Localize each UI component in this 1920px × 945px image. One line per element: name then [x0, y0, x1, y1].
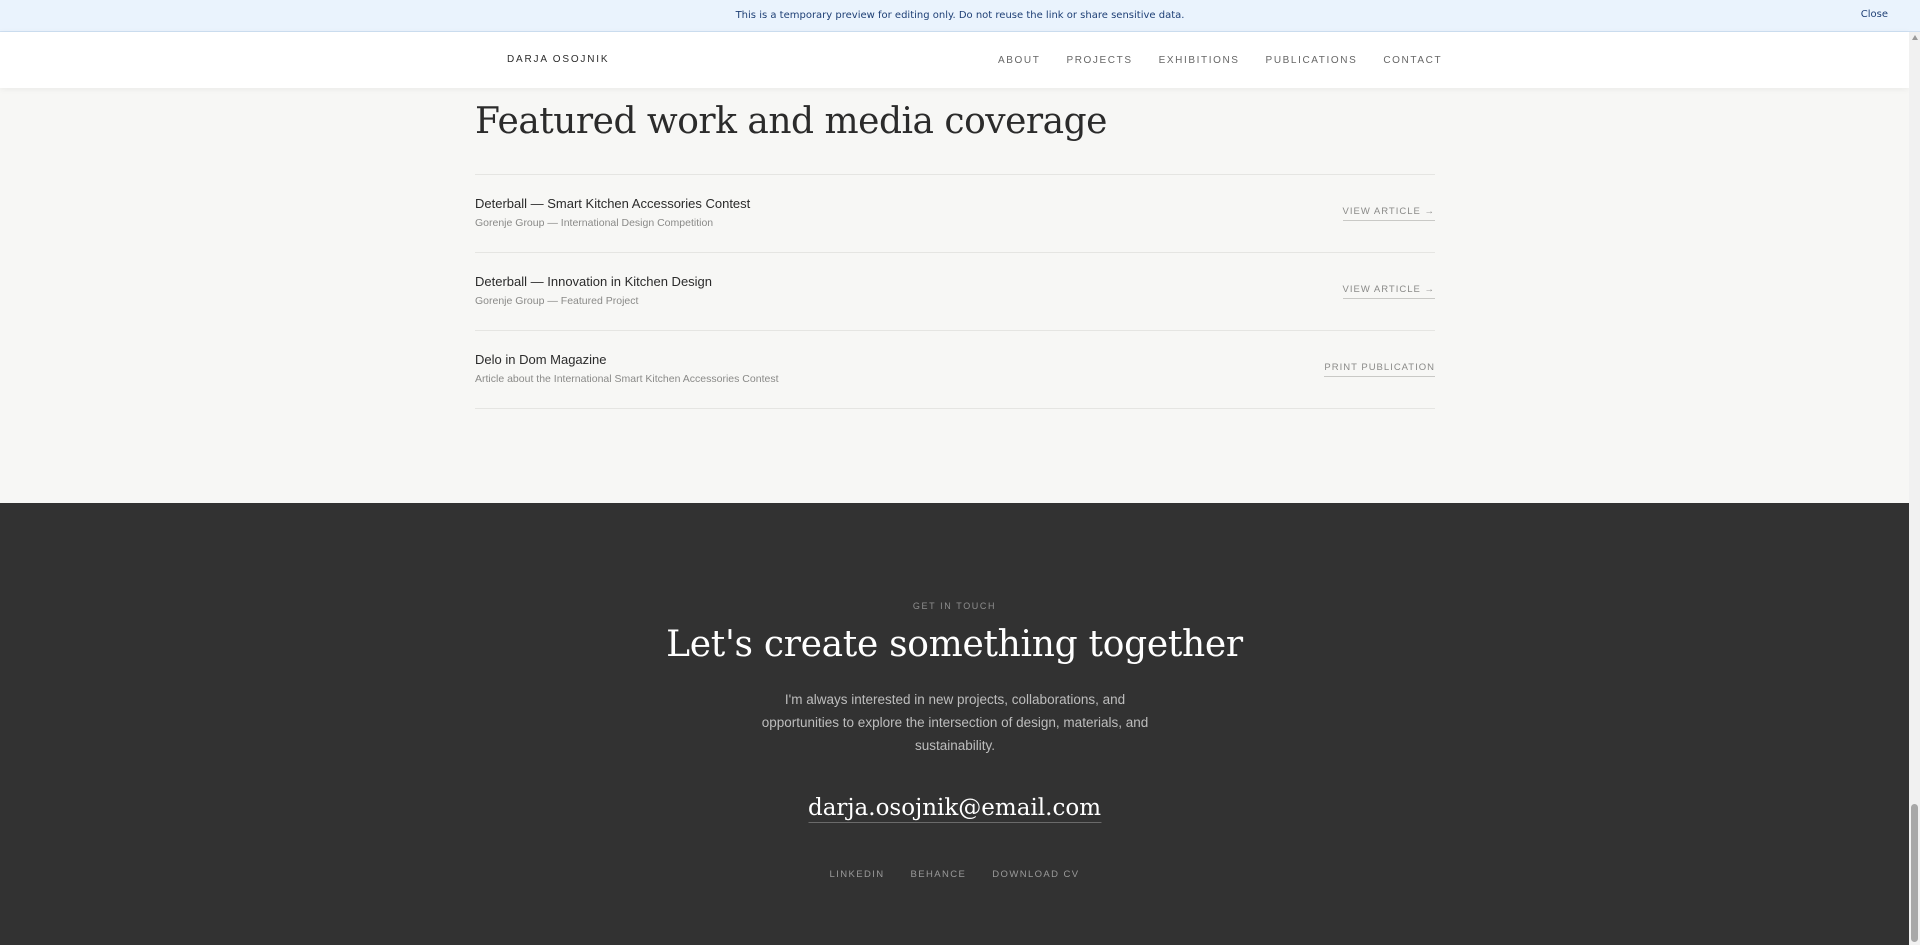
media-item-subtitle: Gorenje Group — Featured Project — [475, 295, 639, 307]
media-item-title: Deterball — Smart Kitchen Accessories Co… — [475, 196, 751, 211]
preview-banner-message: This is a temporary preview for editing … — [735, 10, 1185, 21]
linkedin-link[interactable]: LINKEDIN — [830, 869, 885, 880]
featured-heading: Featured work and media coverage — [475, 101, 1107, 142]
nav-publications[interactable]: PUBLICATIONS — [1266, 55, 1358, 66]
site-header: DARJA OSOJNIK ABOUT PROJECTS EXHIBITIONS… — [0, 32, 1909, 88]
contact-lead: I'm always interested in new projects, c… — [761, 692, 1149, 753]
media-item: Deterball — Smart Kitchen Accessories Co… — [475, 175, 1435, 253]
brand-logo[interactable]: DARJA OSOJNIK — [507, 54, 609, 65]
scroll-up-arrow-icon[interactable] — [1912, 35, 1918, 40]
featured-section: Featured work and media coverage Deterba… — [475, 88, 1435, 409]
preview-banner: This is a temporary preview for editing … — [0, 0, 1920, 32]
preview-close-button[interactable]: Close — [1861, 9, 1888, 20]
media-item-subtitle: Gorenje Group — International Design Com… — [475, 217, 714, 229]
nav-contact[interactable]: CONTACT — [1383, 55, 1442, 66]
contact-section: GET IN TOUCH Let's create something toge… — [0, 503, 1909, 945]
media-item-title: Deterball — Innovation in Kitchen Design — [475, 274, 713, 289]
behance-link[interactable]: BEHANCE — [911, 869, 967, 880]
view-article-link[interactable]: VIEW ARTICLE → — [1342, 206, 1435, 221]
social-links: LINKEDIN BEHANCE DOWNLOAD CV — [0, 869, 1909, 880]
scrollbar-thumb[interactable] — [1911, 804, 1918, 942]
view-article-link[interactable]: VIEW ARTICLE → — [1342, 284, 1435, 299]
nav-about[interactable]: ABOUT — [998, 55, 1040, 66]
download-cv-link[interactable]: DOWNLOAD CV — [992, 869, 1079, 880]
nav-projects[interactable]: PROJECTS — [1066, 55, 1132, 66]
media-list: Deterball — Smart Kitchen Accessories Co… — [475, 174, 1435, 409]
nav-exhibitions[interactable]: EXHIBITIONS — [1159, 55, 1240, 66]
media-item-subtitle: Article about the International Smart Ki… — [475, 373, 779, 385]
page-scrollbar[interactable] — [1909, 32, 1920, 945]
email-link[interactable]: darja.osojnik@email.com — [807, 795, 1102, 823]
media-item-title: Delo in Dom Magazine — [475, 352, 607, 367]
main-nav: ABOUT PROJECTS EXHIBITIONS PUBLICATIONS … — [998, 55, 1442, 66]
media-item: Delo in Dom Magazine Article about the I… — [475, 331, 1435, 409]
media-item: Deterball — Innovation in Kitchen Design… — [475, 253, 1435, 331]
contact-heading: Let's create something together — [666, 624, 1243, 665]
print-publication-link[interactable]: PRINT PUBLICATION — [1324, 362, 1435, 377]
contact-eyebrow: GET IN TOUCH — [912, 601, 997, 611]
